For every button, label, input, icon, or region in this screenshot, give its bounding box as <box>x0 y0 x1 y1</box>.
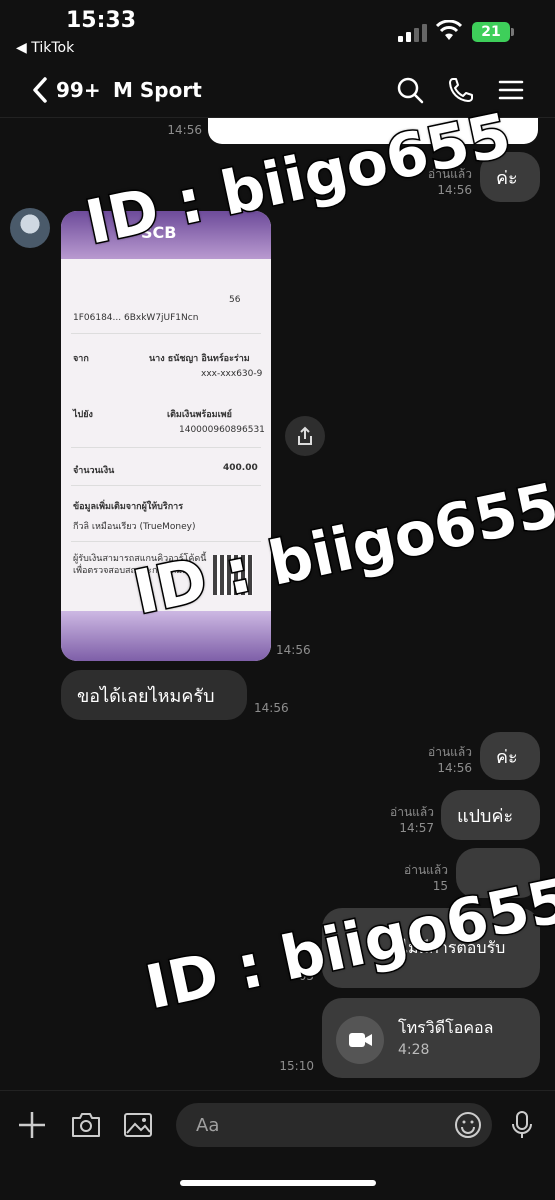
status-time: 15:33 <box>66 8 137 33</box>
phone-icon[interactable] <box>447 76 475 104</box>
battery-icon: 21 <box>472 22 510 42</box>
message-text: ค่ะ <box>496 746 518 768</box>
share-icon <box>298 426 312 445</box>
message-time: 14:56 <box>276 643 311 657</box>
read-label: อ่านแล้ว <box>404 863 448 877</box>
slip-reference: 1F06184... 6BxkW7jUF1Ncn <box>73 313 199 323</box>
emoji-icon[interactable] <box>454 1111 482 1139</box>
read-receipt: อ่านแล้ว 14:57 <box>372 804 434 836</box>
extra-info-label: ข้อมูลเพิ่มเติมจากผู้ให้บริการ <box>73 502 184 512</box>
message-time: 14:56 <box>254 701 289 715</box>
back-to-app-link[interactable]: ◀ TikTok <box>16 40 74 56</box>
to-label: ไปยัง <box>73 410 93 420</box>
back-chevron-icon[interactable] <box>30 76 50 104</box>
read-receipt: อ่านแล้ว 15 <box>386 862 448 894</box>
to-account: 140000960896531 <box>179 425 265 435</box>
avatar[interactable] <box>10 208 50 248</box>
unread-count[interactable]: 99+ <box>56 78 101 102</box>
plus-icon[interactable] <box>16 1109 48 1141</box>
status-bar: 15:33 ◀ TikTok 21 <box>0 0 555 62</box>
wifi-icon <box>436 20 462 40</box>
camera-icon[interactable] <box>70 1109 102 1141</box>
video-call-label: โทรวิดีโอคอล <box>398 1018 494 1037</box>
outgoing-message[interactable]: แปบค่ะ <box>441 790 540 840</box>
message-time: 15:10 <box>279 1059 314 1073</box>
amount-value: 400.00 <box>223 463 258 473</box>
microphone-icon[interactable] <box>506 1109 538 1141</box>
video-call-duration: 4:28 <box>398 1042 430 1058</box>
read-label: อ่านแล้ว <box>390 805 434 819</box>
chat-title: M Sport <box>113 78 202 102</box>
video-call-icon-circle <box>336 1016 384 1064</box>
from-account: xxx-xxx630-9 <box>201 369 263 379</box>
message-input[interactable]: Aa <box>176 1103 492 1147</box>
search-icon[interactable] <box>396 76 424 104</box>
cellular-signal-icon <box>398 24 427 42</box>
share-button[interactable] <box>285 416 325 456</box>
from-label: จาก <box>73 354 89 364</box>
slip-time: 56 <box>229 295 241 305</box>
amount-label: จำนวนเงิน <box>73 466 115 476</box>
message-time: 14:57 <box>399 821 434 835</box>
divider <box>71 333 261 334</box>
message-input-placeholder: Aa <box>196 1115 220 1136</box>
message-time: 14:56 <box>437 761 472 775</box>
battery-tip <box>511 28 514 36</box>
message-text: แปบค่ะ <box>457 805 514 827</box>
divider <box>71 485 261 486</box>
read-receipt: อ่านแล้ว 14:56 <box>410 744 472 776</box>
read-label: อ่านแล้ว <box>428 745 472 759</box>
from-name: นาง ธนัชญา อินทร์อะร่าม <box>149 354 250 364</box>
to-name: เติมเงินพร้อมเพย์ <box>167 410 232 420</box>
incoming-message[interactable]: ขอได้เลยไหมครับ <box>61 670 247 720</box>
extra-info-value: กีวลิ เหมือนเรียว (TrueMoney) <box>73 522 196 532</box>
message-time: 14:56 <box>167 123 202 137</box>
video-camera-icon <box>349 1033 372 1047</box>
outgoing-message[interactable]: ค่ะ <box>480 732 540 780</box>
divider <box>71 447 261 448</box>
home-indicator <box>180 1180 376 1186</box>
video-call-message[interactable]: โทรวิดีโอคอล 4:28 <box>322 998 540 1078</box>
image-icon[interactable] <box>122 1109 154 1141</box>
message-text: ขอได้เลยไหมครับ <box>77 685 215 707</box>
